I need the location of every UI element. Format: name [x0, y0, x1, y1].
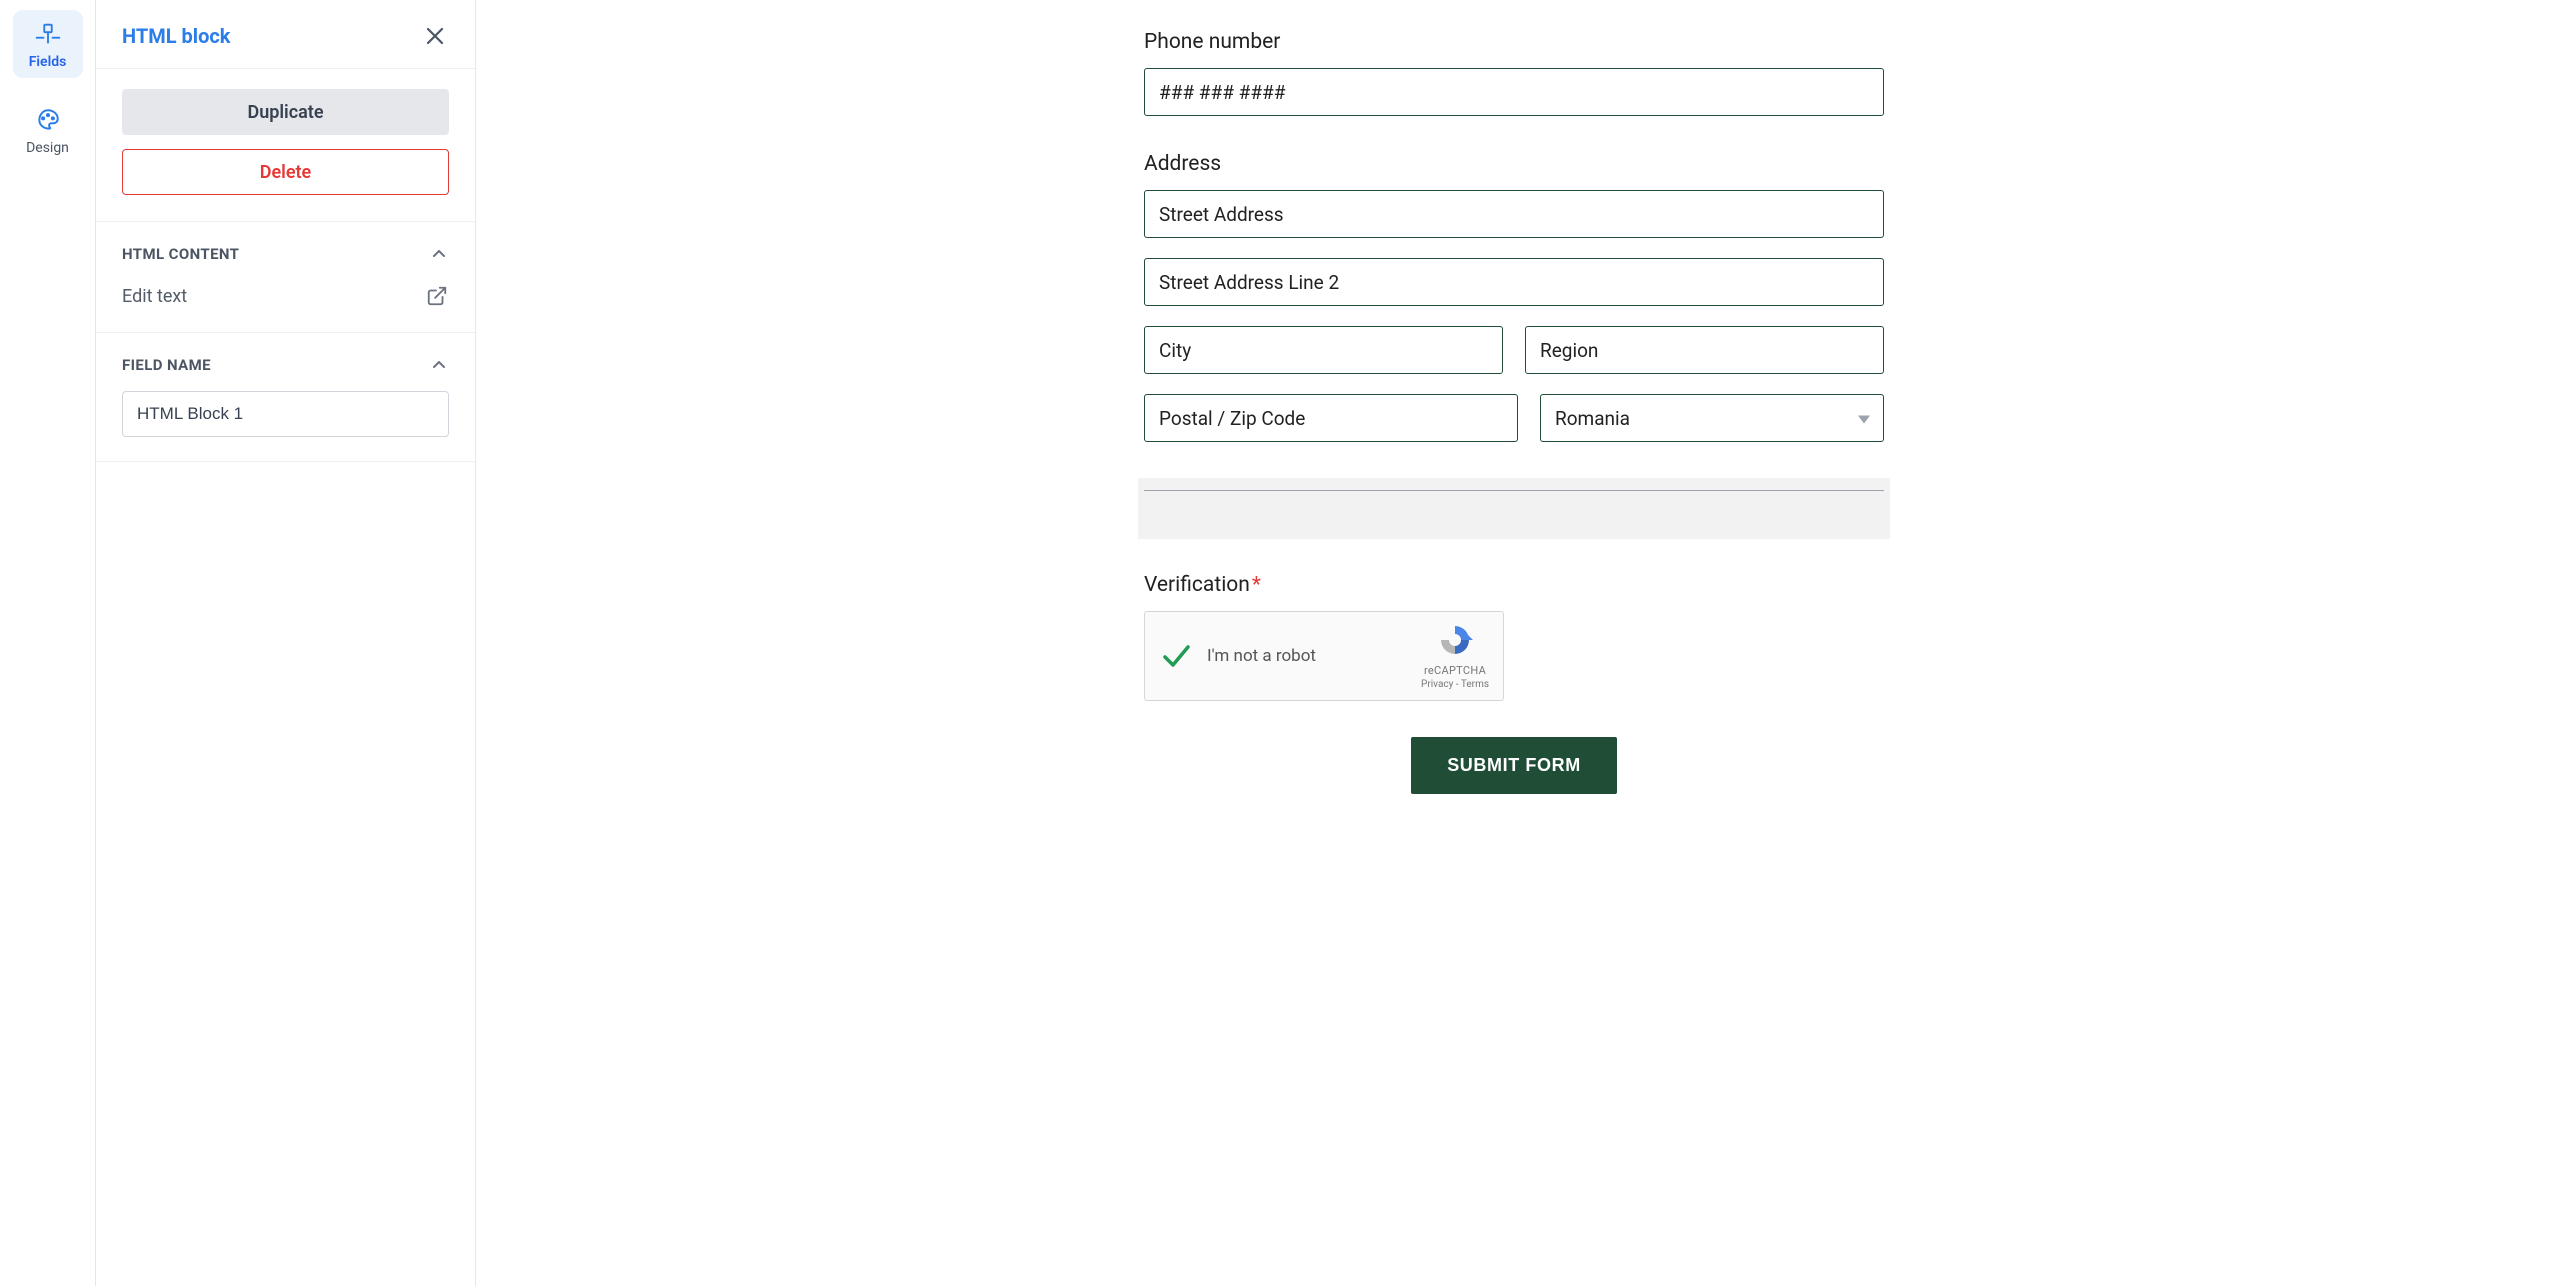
chevron-up-icon: [429, 355, 449, 375]
submit-wrap: SUBMIT FORM: [1144, 737, 1884, 794]
section-field-name-header[interactable]: FIELD NAME: [96, 333, 475, 391]
field-name-input-wrap: [96, 391, 475, 462]
phone-input[interactable]: [1144, 68, 1884, 116]
address-label: Address: [1144, 152, 1884, 176]
close-icon[interactable]: [421, 22, 449, 50]
nav-label-fields: Fields: [29, 54, 67, 70]
nav-label-design: Design: [26, 140, 69, 156]
address-group: Address: [1144, 152, 1884, 442]
recaptcha-icon: [1437, 622, 1473, 662]
submit-button[interactable]: SUBMIT FORM: [1411, 737, 1617, 794]
panel-actions: Duplicate Delete: [96, 69, 475, 222]
edit-text-label: Edit text: [122, 286, 187, 307]
verification-label: Verification*: [1144, 573, 1884, 597]
postal-input[interactable]: [1144, 394, 1518, 442]
section-html-content-header[interactable]: HTML CONTENT: [96, 222, 475, 280]
country-select[interactable]: [1540, 394, 1884, 442]
postal-country-row: [1144, 394, 1884, 442]
phone-group: Phone number: [1144, 30, 1884, 116]
edit-text-row[interactable]: Edit text: [96, 280, 475, 333]
palette-icon: [34, 106, 62, 134]
street-input[interactable]: [1144, 190, 1884, 238]
panel-title: HTML block: [122, 24, 230, 48]
html-block-preview[interactable]: [1138, 478, 1890, 539]
required-asterisk: *: [1252, 573, 1261, 597]
phone-label: Phone number: [1144, 30, 1884, 54]
country-select-wrap: [1540, 394, 1884, 442]
city-region-row: [1144, 326, 1884, 374]
city-input[interactable]: [1144, 326, 1503, 374]
recaptcha-brand: reCAPTCHA: [1424, 664, 1486, 677]
side-panel: HTML block Duplicate Delete HTML CONTENT…: [96, 0, 476, 1286]
recaptcha-links: Privacy - Terms: [1421, 679, 1489, 690]
external-link-icon: [425, 284, 449, 308]
html-block-hr: [1144, 490, 1884, 491]
section-html-content-title: HTML CONTENT: [122, 245, 239, 263]
duplicate-button[interactable]: Duplicate: [122, 89, 449, 135]
app-root: Fields Design HTML block: [0, 0, 2552, 1286]
fields-icon: [34, 20, 62, 48]
left-nav: Fields Design: [0, 0, 96, 1286]
chevron-up-icon: [429, 244, 449, 264]
verification-label-text: Verification: [1144, 573, 1250, 597]
recaptcha-badge: reCAPTCHA Privacy - Terms: [1421, 622, 1489, 690]
not-a-robot-label: I'm not a robot: [1207, 646, 1407, 666]
panel-header: HTML block: [96, 0, 475, 69]
address-stack: [1144, 190, 1884, 442]
checkmark-icon: [1159, 639, 1193, 673]
street2-input[interactable]: [1144, 258, 1884, 306]
verification-group: Verification* I'm not a robot: [1144, 573, 1884, 701]
field-name-input[interactable]: [122, 391, 449, 437]
recaptcha-box[interactable]: I'm not a robot reCAPTCHA: [1144, 611, 1504, 701]
delete-button[interactable]: Delete: [122, 149, 449, 195]
section-field-name-title: FIELD NAME: [122, 356, 211, 374]
form-canvas: Phone number Address: [476, 0, 2552, 1286]
region-input[interactable]: [1525, 326, 1884, 374]
form-wrap: Phone number Address: [1144, 0, 1884, 1226]
nav-item-fields[interactable]: Fields: [13, 10, 83, 78]
terms-link[interactable]: Terms: [1461, 679, 1489, 690]
nav-item-design[interactable]: Design: [13, 96, 83, 164]
privacy-link[interactable]: Privacy: [1421, 679, 1453, 690]
